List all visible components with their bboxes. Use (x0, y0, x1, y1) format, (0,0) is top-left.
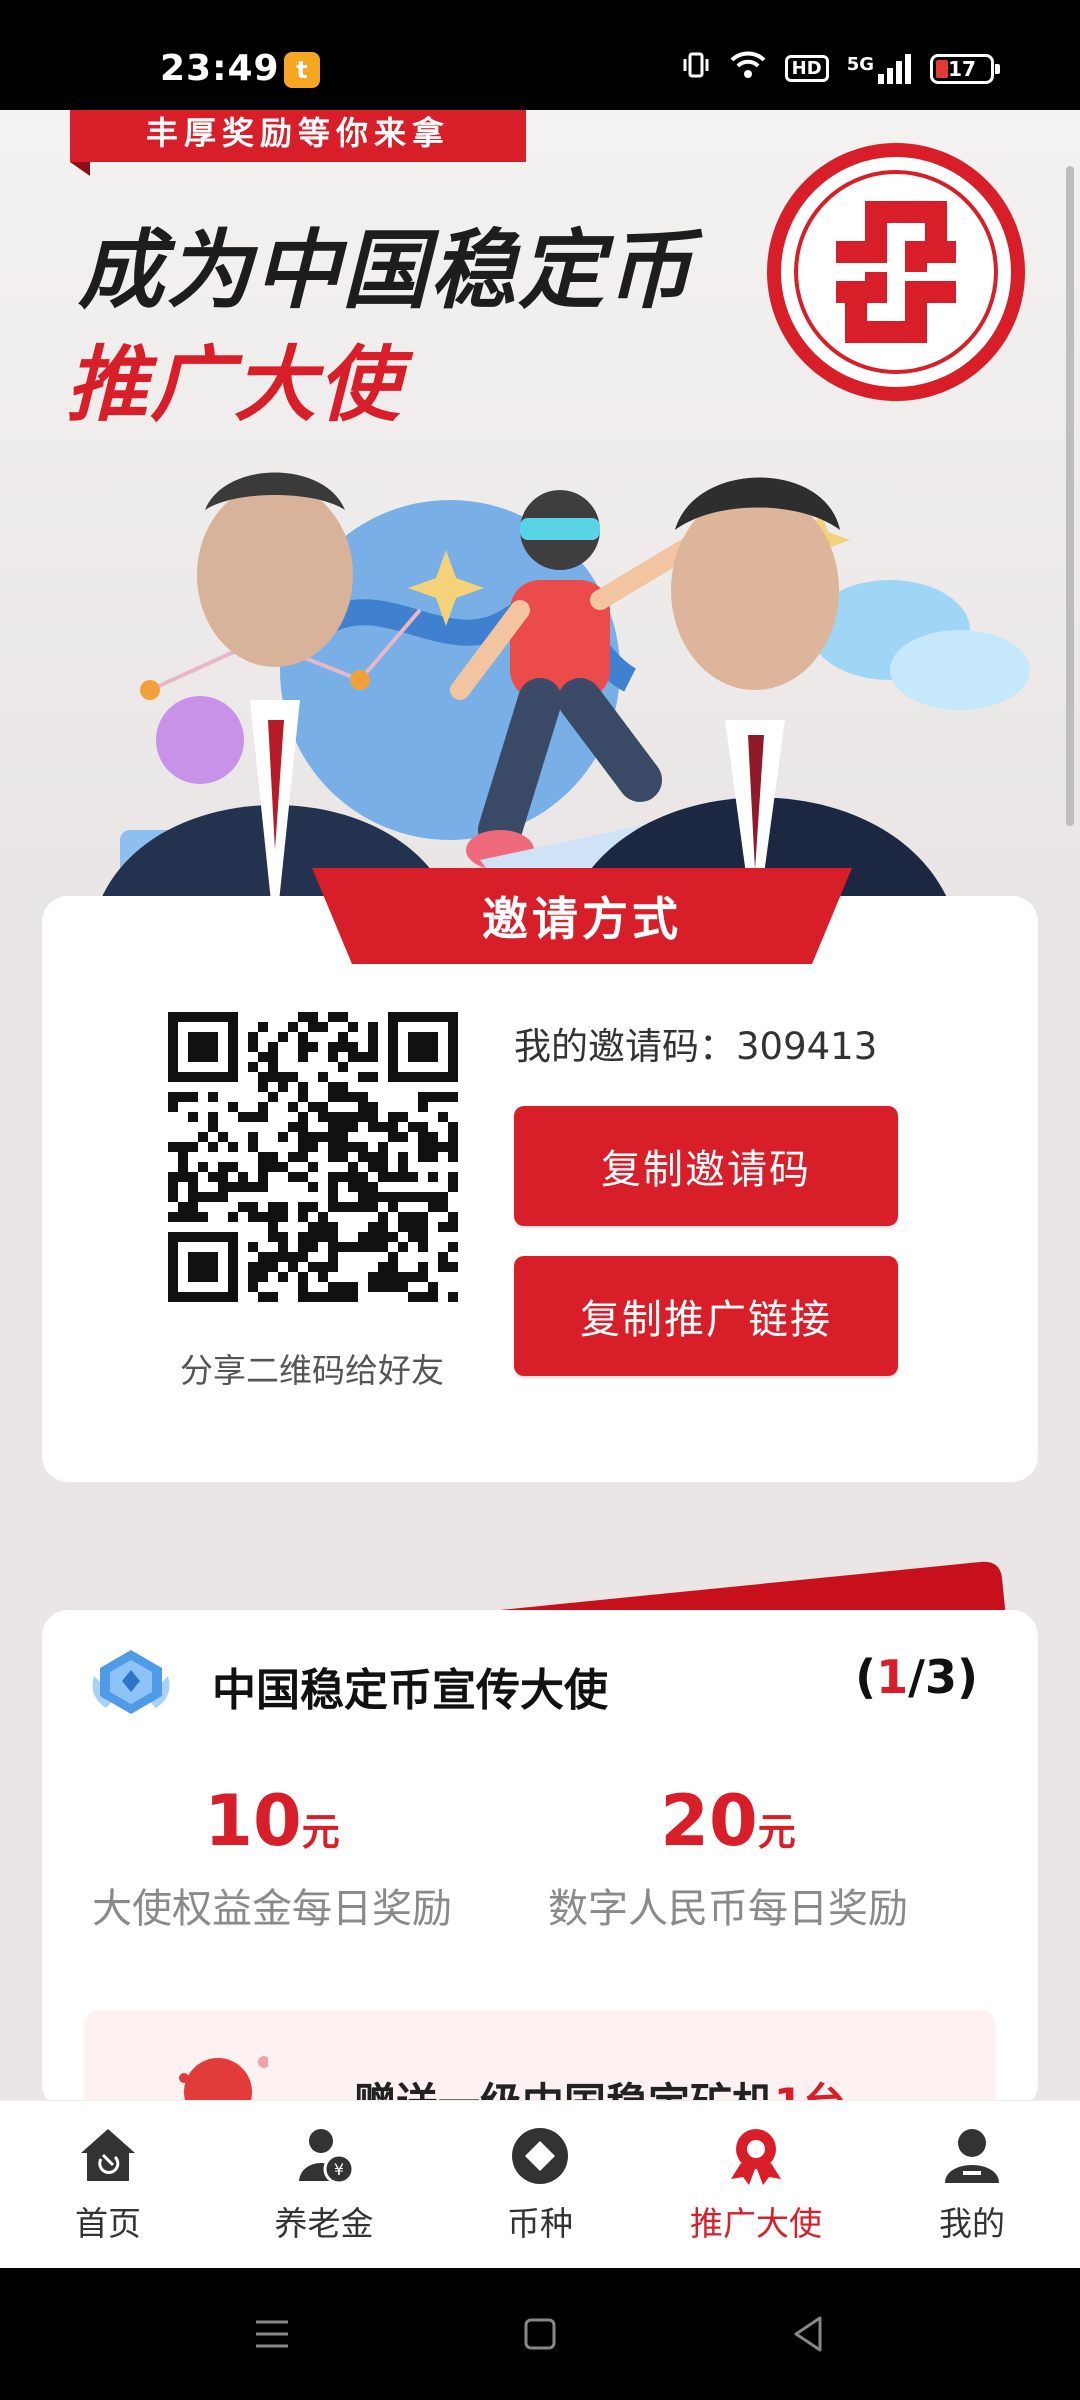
digital-rmb-stat: 20元 数字人民币每日奖励 (498, 1780, 958, 1934)
pension-icon: ¥ (299, 2129, 355, 2185)
brand-logo-icon (767, 143, 1025, 401)
profile-icon (945, 2129, 999, 2183)
qr-caption: 分享二维码给好友 (180, 1351, 444, 1390)
invite-code-value: 309413 (736, 1025, 878, 1068)
invite-card: 邀请方式 分享二维码给好友 我的邀请码：309413 复制邀请码 复制推广链接 (42, 868, 1038, 1482)
invite-qr-code[interactable] (168, 1012, 458, 1302)
system-nav-bar (0, 2268, 1080, 2400)
hero-banner: 丰厚奖励等你来拿 成为中国稳定币 推广大使 (0, 110, 1080, 940)
nav-profile-label: 我的 (939, 2204, 1005, 2243)
status-time: 23:49 (160, 48, 280, 89)
hero-title: 成为中国稳定币 (78, 221, 694, 321)
wifi-icon (729, 50, 767, 87)
nav-profile[interactable]: 我的 (864, 2101, 1080, 2268)
network-type: 5G (846, 53, 874, 75)
stat-value: 10 (204, 1780, 302, 1862)
stat-label: 大使权益金每日奖励 (92, 1886, 452, 1932)
ambassador-progress-current: 1 (876, 1650, 909, 1704)
stat-unit: 元 (301, 1810, 340, 1854)
nav-home-label: 首页 (75, 2204, 141, 2243)
stat-value: 20 (660, 1780, 758, 1862)
daily-benefit-stat: 10元 大使权益金每日奖励 (42, 1780, 502, 1934)
vibrate-icon (681, 50, 711, 87)
battery-level: 17 (948, 56, 976, 81)
back-icon[interactable] (784, 2310, 832, 2358)
ambassador-icon (731, 2129, 781, 2185)
ambassador-ribbon (500, 1561, 1006, 1618)
nav-coins[interactable]: 币种 (432, 2101, 648, 2268)
bottom-nav: 首页 ¥ 养老金 币种 推广大使 我的 (0, 2100, 1080, 2268)
stat-label: 数字人民币每日奖励 (548, 1886, 908, 1932)
status-bar: 23:49 t HD 5G 17 (0, 0, 1080, 110)
stat-unit: 元 (757, 1810, 796, 1854)
menu-icon[interactable] (248, 2310, 296, 2358)
invite-code-line: 我的邀请码：309413 (514, 1016, 877, 1070)
signal-icon: 5G (846, 53, 912, 84)
battery-icon: 17 (930, 53, 1000, 84)
nav-home[interactable]: 首页 (0, 2101, 216, 2268)
hero-illustration (90, 472, 1030, 940)
hero-ribbon: 丰厚奖励等你来拿 (70, 110, 526, 162)
nav-ambassador[interactable]: 推广大使 (648, 2101, 864, 2268)
invite-section-title: 邀请方式 (482, 892, 682, 946)
ambassador-progress: (1/3) (855, 1650, 978, 1704)
copy-promo-link-button[interactable]: 复制推广链接 (514, 1256, 898, 1376)
gift-icon (179, 2056, 268, 2110)
ambassador-title: 中国稳定币宣传大使 (212, 1665, 608, 1716)
copy-invite-code-button[interactable]: 复制邀请码 (514, 1106, 898, 1226)
ambassador-badge-icon (92, 1650, 170, 1714)
home-button-icon[interactable] (516, 2310, 564, 2358)
hd-badge: HD (784, 55, 829, 82)
nav-coins-label: 币种 (507, 2204, 573, 2243)
home-icon (81, 2129, 135, 2181)
invite-code-label: 我的邀请码： (514, 1025, 736, 1068)
status-icons: HD 5G 17 (681, 50, 1000, 87)
svg-text:¥: ¥ (334, 2160, 344, 2179)
nav-pension-label: 养老金 (274, 2204, 374, 2243)
nav-ambassador-label: 推广大使 (690, 2204, 822, 2243)
coin-icon (512, 2128, 568, 2184)
nav-pension[interactable]: ¥ 养老金 (216, 2101, 432, 2268)
ambassador-card: 中国稳定币宣传大使 (1/3) 10元 大使权益金每日奖励 20元 数字人民币每… (42, 1610, 1038, 2110)
gift-banner[interactable]: 赠送一级中国稳定矿机1台 (84, 2010, 996, 2110)
scrollbar[interactable] (1066, 166, 1074, 826)
notification-app-icon: t (284, 52, 320, 88)
